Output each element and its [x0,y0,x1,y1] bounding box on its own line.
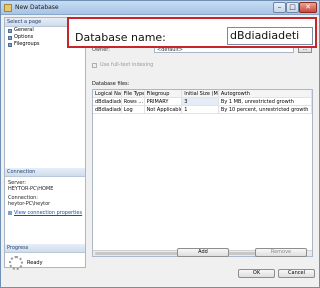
connection-value: heytor-PC\heytor [8,201,51,207]
remove-file-button[interactable]: Remove [255,248,307,257]
database-files-grid: Logical Name File Type Filegroup Initial… [92,89,313,257]
minimize-button[interactable]: – [273,2,286,13]
view-connection-properties-label: View connection properties [14,210,83,216]
filegroup-cell[interactable]: PRIMARY [145,98,183,105]
left-pane: Select a page General Options Filegroups… [4,17,86,270]
logical-name-cell[interactable]: dBdiadiadeti [93,98,122,105]
column-header-autogrowth[interactable]: Autogrowth [219,90,312,97]
ok-button[interactable]: OK [238,269,275,278]
database-files-label: Database files: [92,81,130,87]
connection-header: Connection [5,168,85,177]
database-icon [4,4,12,12]
filegroup-cell[interactable]: Not Applicable [145,106,183,113]
column-header-file-type[interactable]: File Type [122,90,145,97]
autogrowth-cell[interactable]: By 1 MB, unrestricted growth [219,98,312,105]
page-icon [8,28,12,33]
initial-size-cell[interactable]: 1 [182,106,219,113]
fulltext-checkbox[interactable] [92,62,97,68]
cancel-button[interactable]: Cancel [278,269,315,278]
connection-section: Connection Server: HEYTOR-PC\HOME Connec… [5,168,85,216]
window-title: New Database [15,4,59,11]
page-icon [8,42,12,47]
maximize-button[interactable]: □ [286,2,299,13]
logical-name-cell[interactable]: dBdiadiadeti [93,106,122,113]
table-row[interactable]: dBdiadiadeti Rows ... PRIMARY 3 By 1 MB,… [93,98,312,106]
add-file-button[interactable]: Add [177,248,229,257]
nav-item-label: Filegroups [14,41,40,47]
nav-item-label: General [14,27,34,33]
table-row[interactable]: dBdiadiadeti Log Not Applicable 1 By 10 … [93,106,312,114]
close-button[interactable]: ✕ [299,2,317,13]
initial-size-cell[interactable]: 3 [182,98,219,105]
new-database-dialog: New Database – □ ✕ Select a page General… [0,0,320,288]
general-page: Owner: <default> ... Use full-text index… [87,17,317,268]
nav-item-label: Options [14,34,34,40]
fulltext-indexing-option: Use full-text indexing [92,62,153,68]
server-value: HEYTOR-PC\HOME [8,186,54,192]
column-header-initial-size[interactable]: Initial Size (MB) [182,90,219,97]
column-header-filegroup[interactable]: Filegroup [145,90,183,97]
progress-spinner-icon [9,256,23,270]
database-name-label: Database name: [75,31,166,44]
progress-status: Ready [27,260,43,266]
view-connection-properties-link[interactable]: View connection properties [5,210,85,216]
database-name-input[interactable]: dBdiadiadeti [227,27,313,45]
properties-icon [8,211,12,215]
progress-header: Progress [5,244,85,253]
progress-section: Progress Ready [5,244,85,270]
grid-header: Logical Name File Type Filegroup Initial… [93,90,312,98]
database-name-row: Database name: dBdiadiadeti [67,17,317,48]
file-type-cell[interactable]: Log [122,106,145,113]
page-icon [8,35,12,40]
autogrowth-cell[interactable]: By 10 percent, unrestricted growth [219,106,312,113]
fulltext-label: Use full-text indexing [100,62,154,68]
column-header-logical-name[interactable]: Logical Name [93,90,122,97]
file-type-cell[interactable]: Rows ... [122,98,145,105]
title-bar: New Database – □ ✕ [1,1,319,15]
